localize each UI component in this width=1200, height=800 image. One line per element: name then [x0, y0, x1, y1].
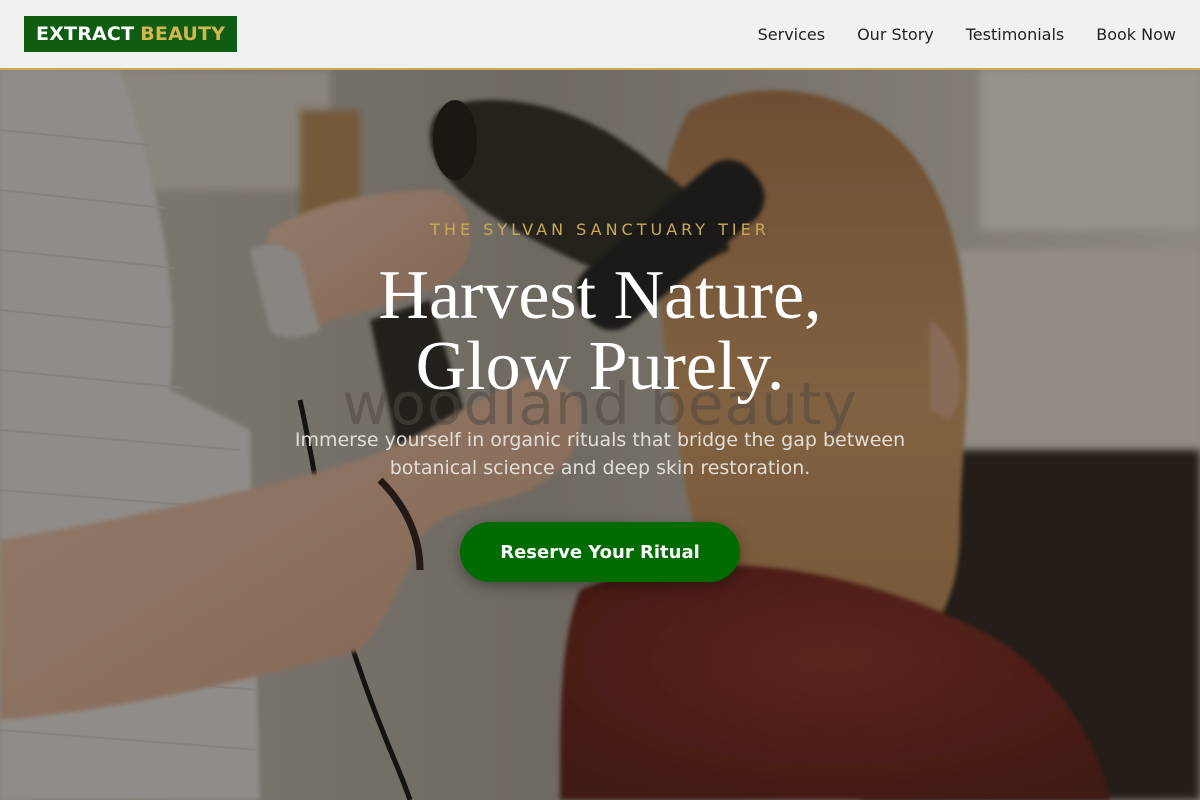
hero-section: woodland beauty THE SYLVAN SANCTUARY TIE…	[0, 70, 1200, 800]
hero-headline-line-1: Harvest Nature,	[378, 257, 822, 334]
brand-word-2: BEAUTY	[140, 23, 226, 45]
main-nav: Services Our Story Testimonials Book Now	[758, 25, 1176, 44]
hero-headline: Harvest Nature, Glow Purely.	[0, 260, 1200, 402]
nav-link-services[interactable]: Services	[758, 25, 825, 44]
hero-headline-line-2: Glow Purely.	[415, 328, 785, 405]
nav-link-book-now[interactable]: Book Now	[1096, 25, 1176, 44]
nav-link-testimonials[interactable]: Testimonials	[966, 25, 1065, 44]
reserve-ritual-button[interactable]: Reserve Your Ritual	[460, 522, 740, 582]
nav-link-our-story[interactable]: Our Story	[857, 25, 934, 44]
hero-subtitle: Immerse yourself in organic rituals that…	[294, 429, 906, 479]
brand-logo[interactable]: EXTRACT BEAUTY	[24, 16, 238, 52]
hero-eyebrow: THE SYLVAN SANCTUARY TIER	[430, 220, 770, 239]
brand-word-1: EXTRACT	[36, 23, 135, 45]
hero-content: woodland beauty THE SYLVAN SANCTUARY TIE…	[0, 70, 1200, 800]
site-header: EXTRACT BEAUTY Services Our Story Testim…	[0, 0, 1200, 70]
